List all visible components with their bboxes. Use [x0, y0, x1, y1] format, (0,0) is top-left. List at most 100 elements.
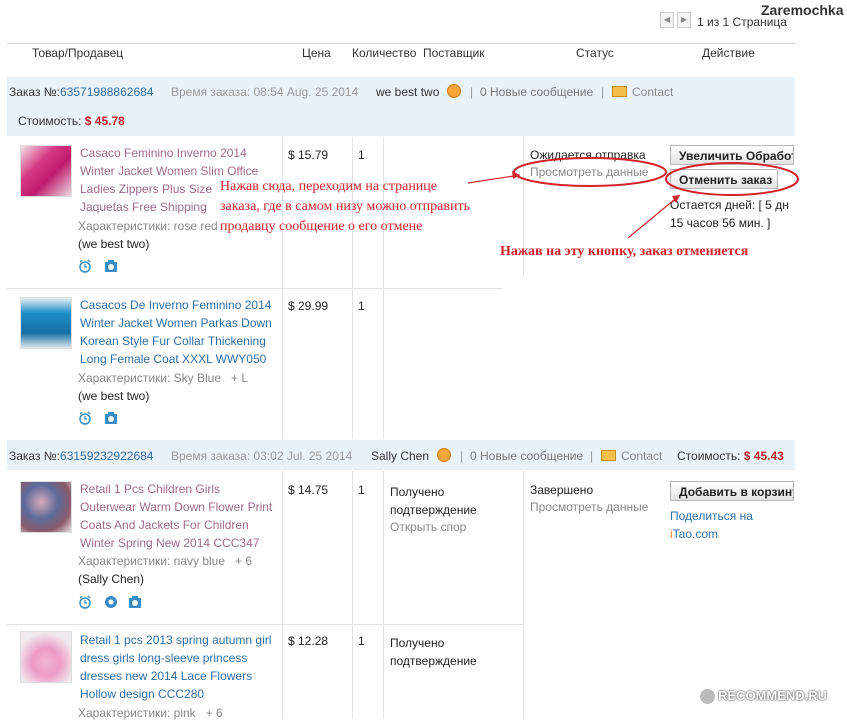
order-cost-label: Стоимость:	[18, 114, 82, 128]
title-line: Hollow design CCC280	[80, 687, 205, 701]
snapshot-icon[interactable]	[104, 259, 118, 273]
item-seller: (we best two)	[78, 237, 150, 251]
order-seller[interactable]: we best two	[376, 85, 439, 99]
order-time: Время заказа: 08:54 Aug. 25 2014	[171, 85, 359, 99]
order-number-link[interactable]: 63159232922684	[60, 449, 153, 463]
item-status: Завершено	[530, 483, 594, 497]
contact-link[interactable]: Contact	[632, 85, 673, 99]
order-cost-value: $ 45.78	[84, 114, 125, 128]
col-product-header: Товар/Продавец	[32, 46, 124, 60]
order-number: Заказ №:63571988862684	[9, 85, 153, 99]
title-line: Korean Style Fur Collar Thickening	[80, 334, 266, 348]
title-line: Casacos De Inverno Feminino 2014	[80, 298, 272, 312]
item-price: $ 12.28	[288, 634, 329, 648]
open-dispute-link[interactable]: Открыть спор	[390, 520, 466, 534]
col-status-header: Статус	[576, 46, 614, 60]
item-seller: (we best two)	[78, 389, 150, 403]
watermark-logo-icon	[700, 689, 715, 705]
mail-icon	[612, 86, 627, 97]
view-details-link[interactable]: Просмотреть данные	[530, 165, 648, 179]
product-title-link[interactable]: Casacos De Inverno Feminino 2014 Winter …	[80, 296, 272, 368]
item-status: Ожидается отправка	[530, 148, 646, 162]
add-to-cart-button[interactable]: Добавить в корзину	[670, 481, 794, 501]
product-thumbnail[interactable]	[20, 631, 72, 683]
product-thumbnail[interactable]	[20, 297, 72, 349]
contact-link[interactable]: Contact	[621, 449, 662, 463]
props-label: Характеристики: pink	[78, 706, 196, 720]
product-title-link[interactable]: Retail 1 pcs 2013 spring autumn girl dre…	[80, 631, 271, 703]
title-line: Coats And Jackets For Children	[80, 518, 249, 532]
title-line: Winter Jacket Women Parkas Down	[80, 316, 272, 330]
seller-smile-icon	[437, 448, 451, 462]
item-price: $ 14.75	[288, 483, 329, 497]
order-cost: Стоимость: $ 45.43	[677, 449, 784, 463]
remaining-line: 15 часов 56 мин. ]	[670, 216, 771, 230]
title-line: Casaco Feminino Inverno 2014	[80, 146, 247, 160]
item-qty: 1	[358, 483, 365, 497]
extend-processing-button[interactable]: Увеличить Обработ	[670, 145, 794, 165]
row-divider	[7, 288, 502, 289]
header-top-border	[7, 43, 795, 44]
title-line: Retail 1 pcs 2013 spring autumn girl	[80, 633, 272, 647]
order-messages-link[interactable]: 0 Новые сообщение	[480, 85, 593, 99]
supplier-line: подтверждение	[390, 503, 477, 517]
product-props: Характеристики: navy blue + 6	[78, 554, 252, 568]
prev-page-button[interactable]: ◀	[660, 12, 674, 28]
title-line: dress girls long-sleeve princess	[80, 651, 248, 665]
view-details-link[interactable]: Просмотреть данные	[530, 500, 648, 514]
product-thumbnail[interactable]	[20, 481, 72, 533]
title-line: Outerwear Warm Down Flower Print	[80, 500, 273, 514]
item-qty: 1	[358, 299, 365, 313]
title-line: Winter Spring New 2014 CCC347	[80, 536, 260, 550]
item-seller: (Sally Chen)	[78, 572, 145, 586]
props-label: Характеристики: Sky Blue	[78, 371, 221, 385]
share-link[interactable]: Поделиться на iTao.com	[670, 507, 753, 543]
alarm-clock-icon[interactable]	[78, 259, 92, 273]
col-action-header: Действие	[702, 46, 755, 60]
annotation-line: Нажав сюда, переходим на странице	[220, 179, 438, 194]
feedback-icon[interactable]	[104, 595, 118, 609]
order-number-label: Заказ №:	[9, 85, 61, 99]
row-divider	[7, 624, 523, 625]
seller-smile-icon	[447, 84, 461, 98]
item-qty: 1	[358, 148, 365, 162]
arrow-line	[467, 174, 521, 184]
itao-logo-tao: Tao	[672, 527, 693, 541]
order-seller[interactable]: Sally Chen	[371, 449, 429, 463]
remaining-time: Остается дней: [ 5 дн 15 часов 56 мин. ]	[670, 196, 789, 232]
product-props: Характеристики: pink + 6	[78, 706, 223, 720]
messages-label: 0 Новые сообщение	[480, 85, 594, 99]
alarm-clock-icon[interactable]	[78, 595, 92, 609]
order-number-link[interactable]: 63571988862684	[60, 85, 153, 99]
cancel-order-button[interactable]: Отменить заказ	[670, 169, 778, 189]
props-extra: + 6	[205, 706, 223, 720]
supplier-line: подтверждение	[390, 654, 477, 668]
next-page-button[interactable]: ▶	[677, 12, 691, 28]
col-divider	[282, 471, 283, 719]
order-messages-link[interactable]: 0 Новые сообщение	[470, 449, 583, 463]
col-supplier-header: Поставщик	[423, 46, 485, 60]
snapshot-icon[interactable]	[128, 595, 142, 609]
title-line: Retail 1 Pcs Children Girls	[80, 482, 221, 496]
col-qty-header: Количество	[352, 46, 417, 60]
remaining-line: Остается дней: [ 5 дн	[670, 198, 789, 212]
title-line: Long Female Coat XXXL WWY050	[80, 352, 267, 366]
separator: |	[601, 85, 605, 99]
product-props: Характеристики: Sky Blue + L	[78, 371, 248, 385]
order-number: Заказ №:63159232922684	[9, 449, 153, 463]
supplier-line: Получено	[390, 636, 445, 650]
messages-label: 0 Новые сообщение	[470, 449, 584, 463]
watermark: RECOMMEND.RU	[700, 688, 828, 705]
order-number-label: Заказ №:	[9, 449, 61, 463]
share-label: Поделиться на	[670, 509, 753, 523]
product-title-link[interactable]: Retail 1 Pcs Children Girls Outerwear Wa…	[80, 480, 272, 552]
annotation-text: Нажав на эту кнопку, заказ отменяется	[500, 244, 749, 259]
order-cost-label: Стоимость:	[677, 449, 741, 463]
snapshot-icon[interactable]	[104, 411, 118, 425]
watermark-text: RECOMMEND.RU	[718, 688, 828, 703]
supplier-status: Получено подтверждение	[390, 483, 477, 519]
arrowhead	[512, 171, 520, 179]
product-thumbnail[interactable]	[20, 145, 72, 197]
col-divider	[383, 471, 384, 719]
alarm-clock-icon[interactable]	[78, 411, 92, 425]
